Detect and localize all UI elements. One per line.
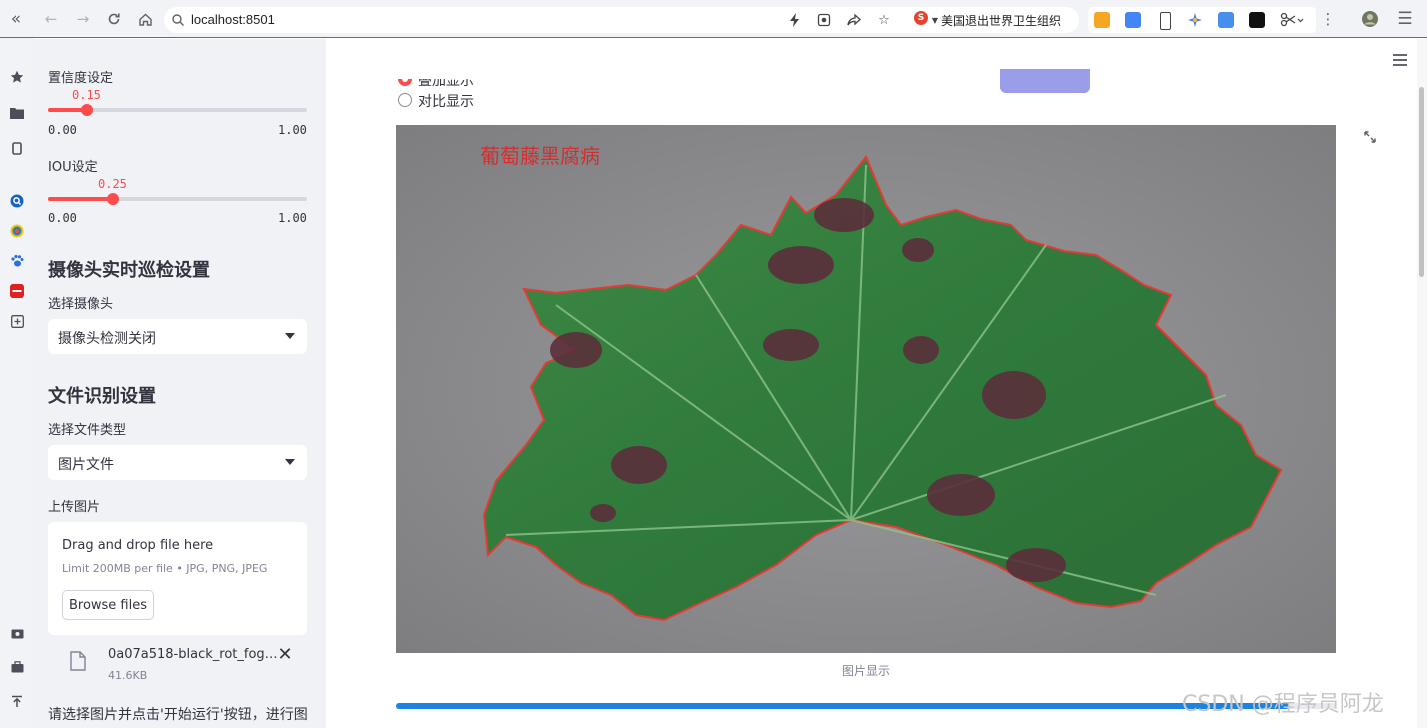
address-bar[interactable]: localhost:8501 ☆ S ▼ 美国退出世界卫生组织	[164, 7, 1079, 33]
confidence-slider[interactable]	[48, 104, 307, 116]
favorites-star-icon[interactable]	[8, 68, 26, 86]
translate-icon[interactable]	[1218, 12, 1234, 28]
scroll-mask	[386, 39, 546, 79]
main-content: 叠加显示 对比显示 葡萄藤黑腐病 图片显示	[326, 39, 1417, 728]
share-icon[interactable]	[845, 11, 863, 29]
url-text[interactable]: localhost:8501	[191, 12, 275, 27]
radio-compare[interactable]	[398, 93, 412, 107]
uploaded-file-item: 0a07a518-black_rot_foglia... 41.6KB ✕	[48, 641, 307, 687]
collapse-sidebar-icon[interactable]: «	[5, 8, 27, 30]
iou-label: IOU设定	[48, 160, 98, 175]
fullscreen-icon[interactable]	[1362, 129, 1378, 145]
briefcase-icon[interactable]	[8, 658, 26, 676]
search-app-icon[interactable]	[8, 192, 26, 210]
iou-slider-fill	[48, 197, 113, 201]
csdn-app-icon[interactable]	[8, 282, 26, 300]
confidence-max: 1.00	[278, 123, 307, 137]
iou-slider[interactable]	[48, 193, 307, 205]
settings-sidebar: 置信度设定 0.15 0.00 1.00 IOU设定 0.25 0.00 1.0…	[34, 39, 326, 728]
page-scrollbar[interactable]	[1417, 39, 1427, 728]
camera-select[interactable]: 摄像头检测关闭	[48, 319, 307, 354]
colorful-app-icon[interactable]	[8, 222, 26, 240]
grape-leaf-image: 葡萄藤黑腐病	[396, 125, 1336, 653]
file-icon	[70, 651, 86, 671]
home-icon[interactable]	[134, 8, 156, 30]
camera-folder-icon[interactable]	[8, 624, 26, 642]
confidence-slider-thumb[interactable]	[80, 104, 93, 116]
extensions-bar	[1088, 7, 1316, 33]
phone-icon[interactable]	[1160, 12, 1171, 30]
instructions-text: 请选择图片并点击'开始运行'按钮，进行图	[48, 707, 308, 723]
sparkle-extension-icon[interactable]	[1187, 12, 1203, 28]
watermark: CSDN @程序员阿龙	[1182, 692, 1384, 717]
iou-slider-thumb[interactable]	[106, 193, 119, 205]
paw-icon[interactable]	[8, 252, 26, 270]
confidence-value: 0.15	[72, 88, 101, 102]
confidence-label: 置信度设定	[48, 71, 114, 86]
camera-section-title: 摄像头实时巡检设置	[48, 260, 210, 281]
browser-menu-icon[interactable]: ☰	[1394, 8, 1416, 30]
detection-result-image: 葡萄藤黑腐病	[396, 125, 1336, 653]
dropzone-limit-text: Limit 200MB per file • JPG, PNG, JPEG	[62, 562, 268, 575]
browser-toolbar: « ← → localhost:8501 ☆ S ▼ 美国退出世界卫生组织 ⋮ …	[0, 0, 1427, 38]
chevron-down-icon	[285, 333, 295, 339]
image-caption: 图片显示	[841, 664, 890, 678]
scrollbar-thumb[interactable]	[1419, 87, 1424, 277]
pen-extension-icon[interactable]	[1249, 12, 1265, 28]
iou-min: 0.00	[48, 211, 77, 225]
iou-max: 1.00	[278, 211, 307, 225]
iou-value: 0.25	[98, 177, 127, 191]
chevron-down-icon	[285, 459, 295, 465]
star-icon[interactable]: ☆	[875, 11, 893, 29]
file-type-select-value: 图片文件	[58, 457, 114, 473]
menu-icon[interactable]	[1392, 53, 1408, 67]
lightning-icon[interactable]	[786, 11, 804, 29]
confidence-min: 0.00	[48, 123, 77, 137]
browse-files-button[interactable]: Browse files	[62, 590, 154, 620]
forward-icon[interactable]: →	[72, 8, 94, 30]
search-icon	[172, 14, 184, 26]
file-section-title: 文件识别设置	[48, 386, 156, 407]
dropzone-title: Drag and drop file here	[62, 538, 214, 553]
camera-select-label: 选择摄像头	[48, 297, 114, 312]
upload-label: 上传图片	[48, 500, 101, 515]
back-icon[interactable]: ←	[40, 8, 62, 30]
reload-icon[interactable]	[103, 8, 125, 30]
radio-compare-label[interactable]: 对比显示	[418, 91, 474, 111]
uploaded-file-name: 0a07a518-black_rot_foglia...	[108, 647, 278, 662]
uploaded-file-size: 41.6KB	[108, 669, 148, 682]
file-dropzone[interactable]: Drag and drop file here Limit 200MB per …	[48, 522, 307, 635]
screenshot-icon[interactable]	[815, 11, 833, 29]
file-type-select[interactable]: 图片文件	[48, 445, 307, 480]
avatar[interactable]	[1359, 8, 1381, 30]
folder-extension-icon[interactable]	[1094, 12, 1110, 28]
browser-side-rail	[0, 38, 34, 728]
kebab-menu-icon[interactable]: ⋮	[1317, 8, 1339, 30]
close-icon[interactable]: ✕	[276, 643, 294, 665]
scissors-icon[interactable]	[1280, 12, 1304, 28]
folder-icon[interactable]	[8, 104, 26, 122]
progress-bar-fill	[396, 703, 1289, 709]
translate-extension-icon[interactable]	[1125, 12, 1141, 28]
tablet-icon[interactable]	[8, 139, 26, 157]
image-overlay-text: 葡萄藤黑腐病	[480, 144, 600, 168]
pin-up-icon[interactable]	[8, 692, 26, 710]
start-run-button[interactable]	[1000, 69, 1090, 93]
news-headline-link[interactable]: 美国退出世界卫生组织	[941, 12, 1061, 29]
add-panel-icon[interactable]	[8, 312, 26, 330]
file-type-label: 选择文件类型	[48, 423, 127, 438]
camera-select-value: 摄像头检测关闭	[58, 331, 156, 347]
